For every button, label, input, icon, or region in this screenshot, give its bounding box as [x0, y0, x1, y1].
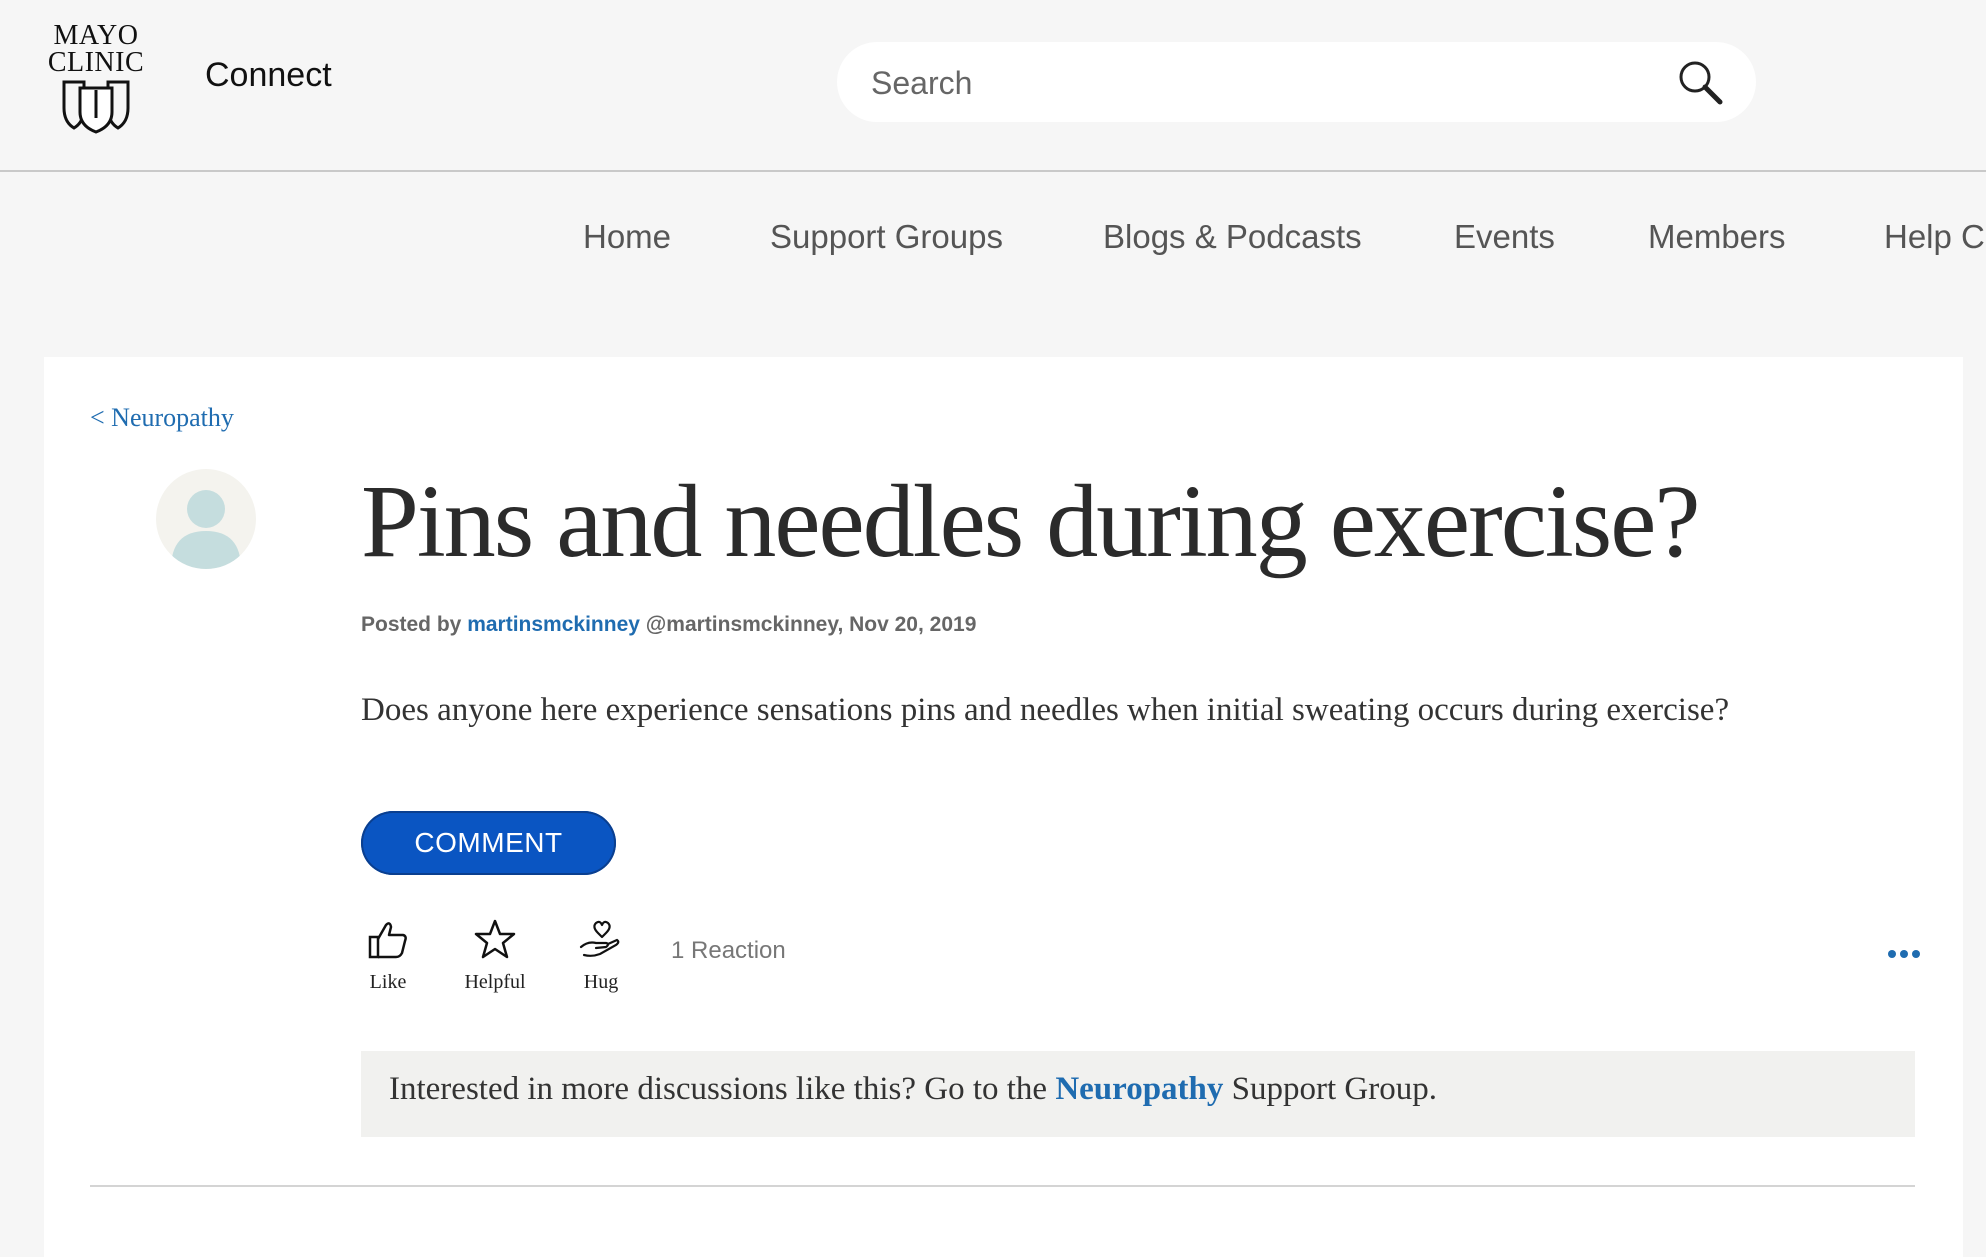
posted-by-label: Posted by — [361, 613, 462, 636]
divider — [90, 1185, 1915, 1187]
reaction-count[interactable]: 1 Reaction — [671, 937, 786, 965]
helpful-reaction[interactable]: Helpful — [450, 917, 540, 994]
nav-events[interactable]: Events — [1454, 218, 1555, 256]
more-options-icon[interactable] — [1886, 947, 1922, 961]
avatar[interactable] — [156, 469, 256, 569]
mayo-clinic-logo[interactable]: MAYO CLINIC — [40, 22, 152, 142]
nav-help[interactable]: Help C — [1884, 218, 1985, 256]
handle-date: @martinsmckinney, Nov 20, 2019 — [645, 613, 977, 636]
nav-support-groups[interactable]: Support Groups — [770, 218, 1003, 256]
hug-label: Hug — [583, 971, 619, 993]
discussion-card: < Neuropathy Pins and needles during exe… — [44, 357, 1963, 1257]
like-label: Like — [369, 971, 407, 993]
promo-neuropathy-link[interactable]: Neuropathy — [1055, 1071, 1223, 1107]
promo-prefix: Interested in more discussions like this… — [389, 1071, 1048, 1107]
site-header: MAYO CLINIC Connect — [0, 0, 1986, 172]
nav-blogs-podcasts[interactable]: Blogs & Podcasts — [1103, 218, 1362, 256]
search-input[interactable] — [869, 42, 1633, 124]
nav-members[interactable]: Members — [1648, 218, 1786, 256]
helpful-label: Helpful — [464, 971, 526, 993]
search-bar — [837, 42, 1756, 124]
thumbs-up-icon — [368, 922, 407, 959]
nav-home[interactable]: Home — [583, 218, 671, 256]
logo-line-1: MAYO — [53, 20, 139, 51]
support-group-promo: Interested in more discussions like this… — [361, 1051, 1915, 1137]
promo-suffix: Support Group. — [1231, 1071, 1437, 1107]
breadcrumb-neuropathy[interactable]: < Neuropathy — [90, 403, 234, 433]
like-reaction[interactable]: Like — [343, 917, 433, 994]
app-name[interactable]: Connect — [205, 56, 332, 95]
post-title: Pins and needles during exercise? — [361, 464, 1701, 579]
hug-icon — [579, 920, 620, 957]
author-link[interactable]: martinsmckinney — [467, 613, 640, 636]
search-icon[interactable] — [1676, 58, 1724, 106]
user-icon — [171, 490, 241, 569]
post-body: Does anyone here experience sensations p… — [361, 692, 1730, 728]
logo-line-2: CLINIC — [47, 47, 145, 78]
hug-reaction[interactable]: Hug — [556, 917, 646, 994]
star-icon — [474, 919, 516, 959]
post-meta: Posted by martinsmckinney @martinsmckinn… — [361, 613, 976, 637]
promo-text: Interested in more discussions like this… — [389, 1071, 1437, 1108]
shield-logo-icon — [62, 80, 130, 134]
comment-button[interactable]: COMMENT — [361, 811, 616, 875]
main-nav: Home Support Groups Blogs & Podcasts Eve… — [0, 210, 1986, 270]
